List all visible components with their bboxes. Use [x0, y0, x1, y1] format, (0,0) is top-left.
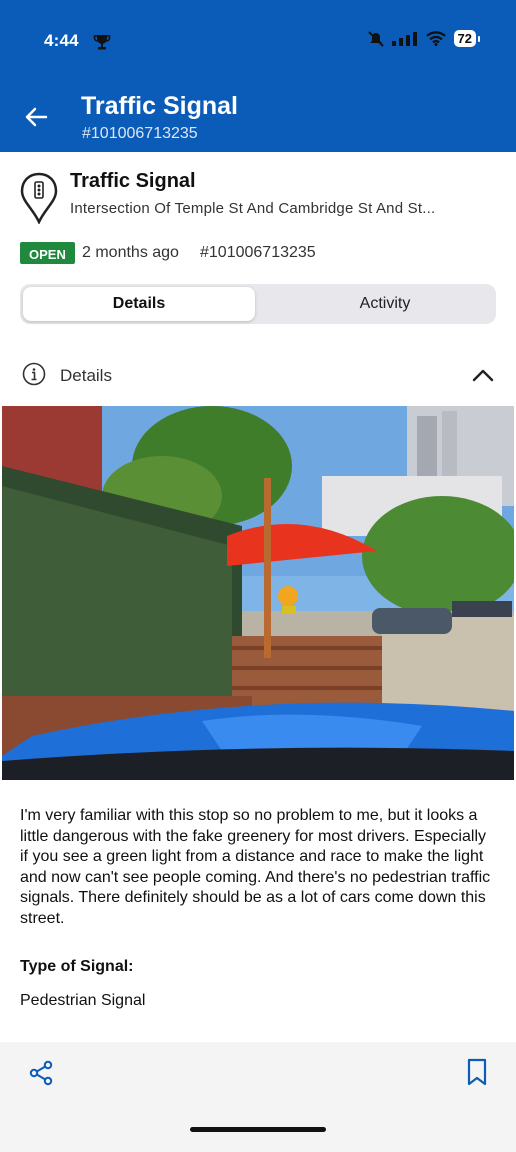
request-id: #101006713235	[200, 244, 316, 261]
bookmark-icon[interactable]	[466, 1058, 488, 1086]
page-subtitle: #101006713235	[82, 125, 198, 142]
status-icons: 72	[367, 30, 481, 47]
field-label: Type of Signal:	[20, 958, 134, 975]
details-section-label: Details	[60, 366, 112, 385]
field-value: Pedestrian Signal	[20, 992, 146, 1009]
battery-icon: 72	[453, 30, 481, 47]
request-age: 2 months ago	[82, 244, 179, 261]
request-title: Traffic Signal	[70, 170, 196, 192]
status-bar: 4:44 72	[0, 0, 516, 80]
status-time: 4:44	[44, 31, 79, 50]
tab-details[interactable]: Details	[23, 287, 255, 321]
share-icon[interactable]	[28, 1060, 54, 1086]
request-address: Intersection Of Temple St And Cambridge …	[70, 200, 436, 217]
page-title: Traffic Signal	[81, 92, 238, 120]
report-photo[interactable]	[2, 406, 514, 780]
details-section-header[interactable]: Details	[22, 362, 496, 388]
mute-icon	[367, 30, 384, 47]
signal-icon	[391, 31, 417, 46]
report-description: I'm very familiar with this stop so no p…	[20, 807, 491, 927]
status-badge: OPEN	[20, 242, 75, 264]
traffic-light-pin-icon	[20, 172, 58, 224]
chevron-up-icon[interactable]	[472, 366, 494, 384]
bottom-bar	[0, 1042, 516, 1152]
arrow-left-icon[interactable]	[24, 106, 48, 128]
trophy-icon	[93, 35, 111, 50]
tab-activity[interactable]: Activity	[278, 287, 492, 321]
tab-bar: Details Activity	[20, 284, 496, 324]
wifi-icon	[425, 31, 446, 46]
info-icon	[22, 362, 46, 386]
app-header: 4:44 72 Traffic Signal #101006713235	[0, 0, 516, 152]
home-indicator	[190, 1127, 326, 1132]
